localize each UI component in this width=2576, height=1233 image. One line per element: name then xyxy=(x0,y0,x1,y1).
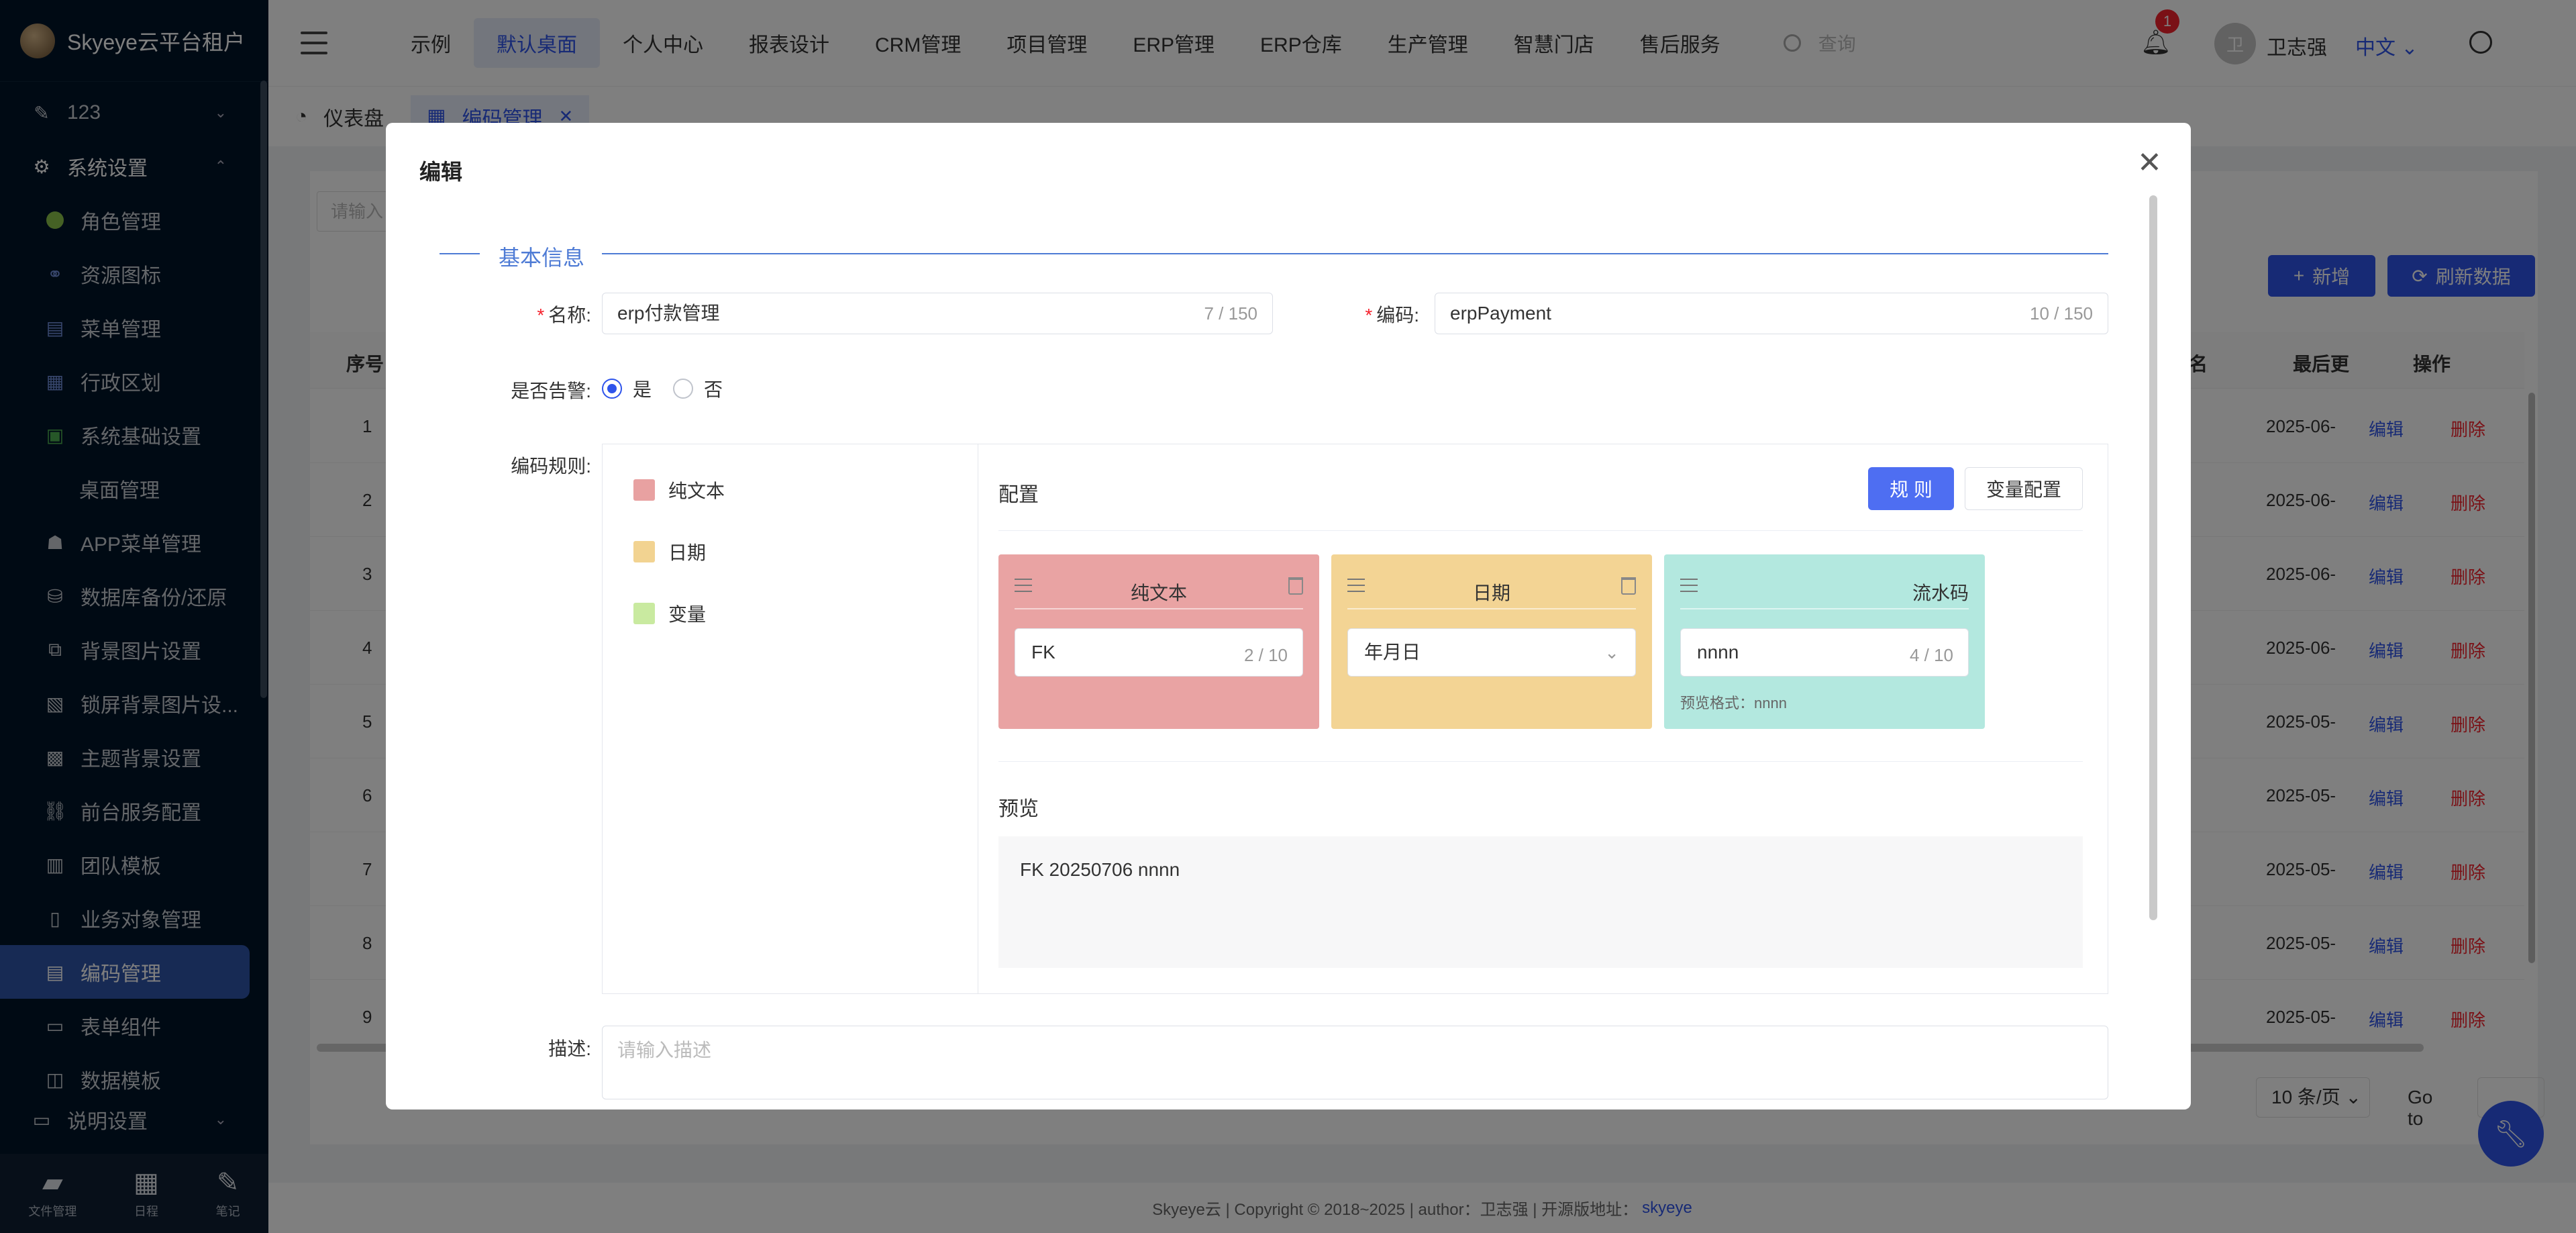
rule-card-serial[interactable]: 流水码 nnnn 4 / 10 预览格式：nnnn xyxy=(1664,554,1985,729)
palette-item-variable[interactable]: 变量 xyxy=(633,600,706,627)
preview-title: 预览 xyxy=(998,798,1039,820)
close-icon[interactable]: ✕ xyxy=(2137,148,2162,178)
description-input[interactable]: 请输入描述 xyxy=(602,1026,2108,1099)
dialog-scrollbar[interactable] xyxy=(2149,195,2157,920)
date-format-select[interactable]: 年月日 ⌄ xyxy=(1347,628,1636,677)
card-header: 流水码 xyxy=(1680,569,1969,609)
rule-card-date[interactable]: 日期 年月日 ⌄ xyxy=(1331,554,1652,729)
rule-palette: 纯文本 日期 变量 xyxy=(603,444,978,993)
serial-preview-hint: 预览格式：nnnn xyxy=(1680,695,1787,711)
alarm-label: 是否告警: xyxy=(511,381,591,401)
config-title: 配置 xyxy=(998,484,1039,506)
rule-button[interactable]: 规 则 xyxy=(1868,467,1954,510)
rules-label: 编码规则: xyxy=(511,456,591,477)
section-title: 基本信息 xyxy=(499,246,585,270)
variable-config-button[interactable]: 变量配置 xyxy=(1965,467,2083,510)
section-divider xyxy=(602,253,2108,254)
card-header: 日期 xyxy=(1347,569,1636,609)
code-label: * 编码: xyxy=(1365,305,1419,326)
divider xyxy=(998,761,2083,762)
palette-item-date[interactable]: 日期 xyxy=(633,538,706,565)
trash-icon[interactable] xyxy=(1288,577,1303,595)
divider xyxy=(998,530,2083,531)
palette-item-plain-text[interactable]: 纯文本 xyxy=(633,477,725,503)
swatch xyxy=(633,541,655,562)
dialog-title: 编辑 xyxy=(419,160,463,184)
name-input[interactable]: erp付款管理 7 / 150 xyxy=(602,293,1273,334)
chevron-down-icon: ⌄ xyxy=(1604,642,1619,662)
trash-icon[interactable] xyxy=(1621,577,1636,595)
edit-dialog: 编辑 ✕ 基本信息 * 名称: erp付款管理 7 / 150 * 编码: erpPa… xyxy=(386,123,2191,1109)
name-label: * 名称: xyxy=(537,305,591,326)
preview-value: FK 20250706 nnnn xyxy=(998,836,2083,968)
rules-editor: 纯文本 日期 变量 配置 规 则 变量配置 纯文本 FK 2 / 10 日期 年月… xyxy=(602,444,2108,994)
swatch xyxy=(633,603,655,624)
swatch xyxy=(633,479,655,501)
section-divider xyxy=(440,253,480,254)
alarm-yes-radio[interactable]: 是 xyxy=(602,375,652,402)
radio-unchecked-icon xyxy=(673,379,693,399)
serial-input[interactable]: nnnn 4 / 10 xyxy=(1680,628,1969,677)
rule-card-plain-text[interactable]: 纯文本 FK 2 / 10 xyxy=(998,554,1319,729)
alarm-no-radio[interactable]: 否 xyxy=(673,375,723,402)
radio-checked-icon xyxy=(602,379,622,399)
description-label: 描述: xyxy=(548,1038,591,1059)
code-input[interactable]: erpPayment 10 / 150 xyxy=(1435,293,2108,334)
card-header: 纯文本 xyxy=(1015,569,1303,609)
plain-text-input[interactable]: FK 2 / 10 xyxy=(1015,628,1303,677)
